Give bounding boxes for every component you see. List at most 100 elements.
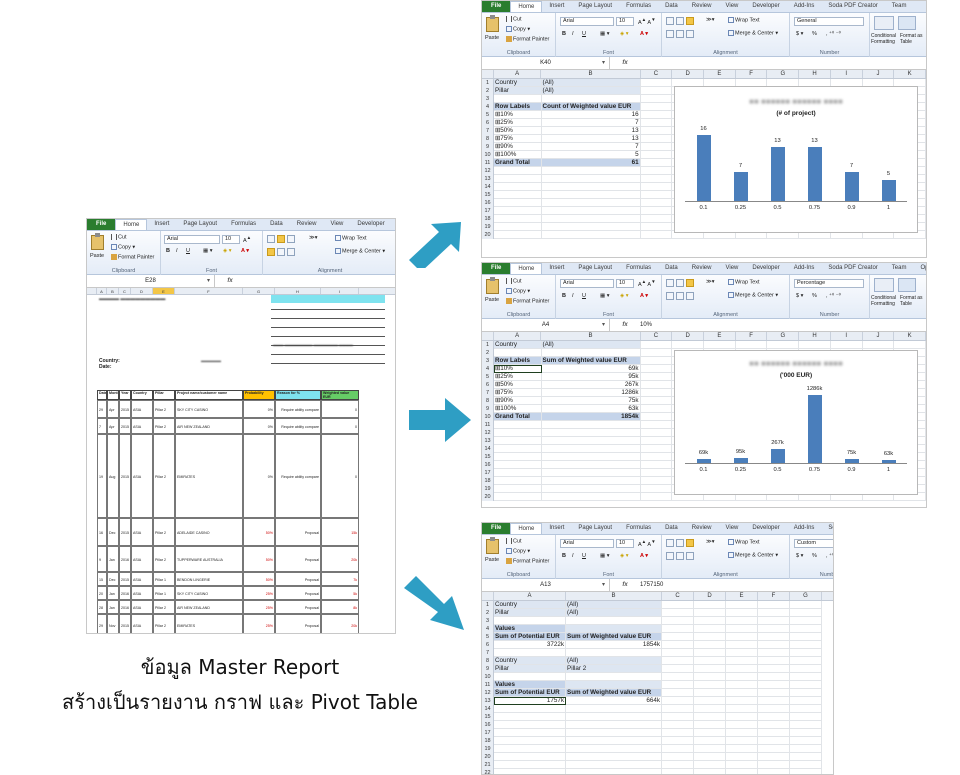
cell[interactable] (640, 405, 673, 413)
cell[interactable] (494, 617, 566, 625)
cell[interactable] (640, 437, 673, 445)
values-label[interactable]: Values (494, 625, 566, 633)
tab-soda-pdf-creator[interactable]: Soda PDF Creator (821, 263, 884, 274)
row-number[interactable]: 13 (482, 437, 494, 445)
master-cell-c[interactable]: ASIA (131, 418, 153, 434)
percent-button[interactable]: % (812, 31, 817, 37)
cell[interactable] (662, 713, 694, 721)
master-cell-reason[interactable]: Require ability compare (275, 418, 321, 434)
tab-review[interactable]: Review (290, 219, 324, 230)
cell[interactable] (640, 159, 673, 167)
align-bottom-icon[interactable] (287, 235, 295, 243)
bold-button[interactable]: B (166, 248, 170, 254)
tab-insert[interactable]: Insert (147, 219, 176, 230)
column-header-j[interactable]: J (863, 70, 895, 78)
grand-total-value[interactable]: 61 (541, 159, 641, 167)
master-cell-m[interactable]: Nov (107, 614, 119, 633)
cell[interactable] (541, 469, 641, 477)
filter-label[interactable]: Pillar (494, 609, 566, 617)
cell[interactable] (566, 769, 662, 774)
cell[interactable] (662, 705, 694, 713)
row-value[interactable]: 16 (541, 111, 641, 119)
cell[interactable] (640, 413, 673, 421)
align-center-icon[interactable] (676, 292, 684, 300)
master-cell-p[interactable]: Pillar 2 (153, 518, 175, 546)
cell[interactable] (566, 673, 662, 681)
row-value[interactable]: 7 (541, 119, 641, 127)
master-cell-name[interactable]: AIR NEW ZEALAND (175, 418, 243, 434)
filter-label[interactable]: Pillar (494, 665, 566, 673)
row-labels-header[interactable]: Row Labels (494, 103, 542, 111)
row-number[interactable]: 12 (482, 689, 494, 697)
master-cell-name[interactable]: SKY CITY CASINO (175, 586, 243, 600)
potential-value[interactable]: 1757k (494, 697, 566, 705)
column-header-g[interactable]: G (243, 288, 275, 294)
cell[interactable] (694, 625, 726, 633)
row-number[interactable]: 7 (482, 389, 494, 397)
cell[interactable] (662, 657, 694, 665)
wrap-text-button[interactable]: Wrap Text (335, 235, 367, 241)
currency-button[interactable]: $ ▾ (796, 553, 803, 559)
row-number[interactable]: 17 (482, 469, 494, 477)
master-cell-d[interactable]: 19 (97, 434, 107, 518)
cell[interactable] (541, 167, 641, 175)
fill-color-icon[interactable]: ◈ ▾ (620, 31, 629, 37)
merge-center-button[interactable]: Merge & Center ▾ (728, 292, 778, 298)
cell[interactable] (790, 761, 822, 769)
master-header[interactable]: Pillar (153, 390, 175, 400)
cell[interactable] (494, 753, 566, 761)
paste-icon[interactable] (486, 15, 499, 32)
cell[interactable] (541, 223, 641, 231)
column-header-g[interactable]: G (767, 332, 800, 340)
column-header-a[interactable]: A (97, 288, 107, 294)
row-number[interactable]: 1 (482, 601, 494, 609)
fill-color-icon[interactable]: ◈ ▾ (620, 293, 629, 299)
master-header[interactable]: Month (107, 390, 119, 400)
font-size-select[interactable]: 10 (616, 279, 634, 288)
cell[interactable] (758, 729, 790, 737)
column-header-b[interactable]: B (107, 288, 119, 294)
row-label[interactable]: ⊞10% (494, 365, 542, 373)
cell[interactable] (662, 665, 694, 673)
column-header-e[interactable]: E (704, 332, 736, 340)
column-header-c[interactable]: C (641, 70, 673, 78)
cell[interactable] (790, 745, 822, 753)
row-value[interactable]: 267k (541, 381, 641, 389)
column-header-f[interactable]: F (736, 332, 768, 340)
row-number[interactable]: 18 (482, 737, 494, 745)
row-number[interactable]: 10 (482, 673, 494, 681)
cell[interactable] (662, 697, 694, 705)
underline-button[interactable]: U (582, 293, 586, 299)
tab-data[interactable]: Data (658, 1, 685, 12)
row-label[interactable]: ⊞90% (494, 397, 542, 405)
cell[interactable] (726, 641, 758, 649)
cell[interactable] (662, 721, 694, 729)
align-bottom-icon[interactable] (686, 279, 694, 287)
conditional-formatting-icon[interactable] (874, 16, 894, 30)
align-top-icon[interactable] (267, 235, 275, 243)
weighted-header[interactable]: Sum of Weighted value EUR (566, 633, 662, 641)
cell[interactable] (541, 199, 641, 207)
master-cell-d[interactable]: 29 (97, 400, 107, 418)
tab-page-layout[interactable]: Page Layout (571, 523, 619, 534)
cell[interactable] (758, 641, 790, 649)
row-number[interactable]: 8 (482, 397, 494, 405)
cell[interactable] (726, 697, 758, 705)
row-number[interactable]: 5 (482, 111, 494, 119)
tab-review[interactable]: Review (685, 263, 719, 274)
master-cell-reason[interactable]: Proposal (275, 586, 321, 600)
grand-total-label[interactable]: Grand Total (494, 413, 542, 421)
row-label[interactable]: ⊞75% (494, 135, 542, 143)
cell[interactable] (494, 477, 542, 485)
column-header-f[interactable]: F (175, 288, 243, 294)
master-header[interactable]: Country (131, 390, 153, 400)
master-cell-d[interactable]: 29 (97, 614, 107, 633)
filter-value[interactable]: (All) (566, 601, 662, 609)
cell[interactable] (494, 673, 566, 681)
row-number[interactable]: 3 (482, 357, 494, 365)
cell[interactable] (640, 135, 673, 143)
column-header-b[interactable]: B (541, 332, 641, 340)
cell[interactable] (694, 761, 726, 769)
cell[interactable] (541, 477, 641, 485)
cell[interactable] (640, 231, 673, 239)
